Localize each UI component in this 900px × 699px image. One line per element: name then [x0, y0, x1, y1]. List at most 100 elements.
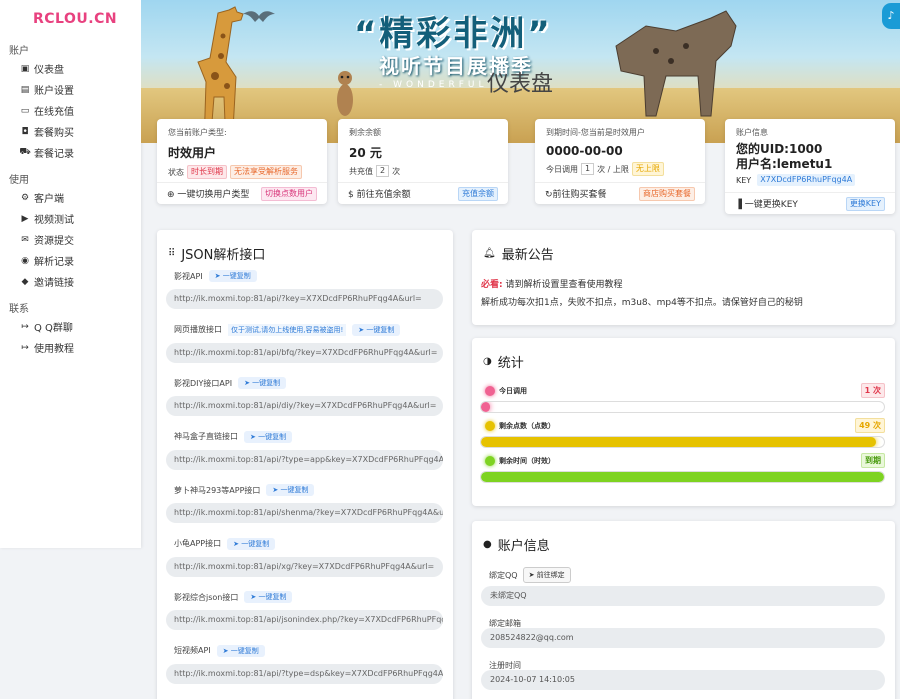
- api-item: 萝卜神马293等APP接口 ➤ 一键复制 http://ik.moxmi.top:…: [157, 484, 453, 523]
- account-icon: ▤: [20, 84, 30, 95]
- api-url-field[interactable]: http://ik.moxmi.top:81/api/?type=app&key…: [166, 449, 443, 470]
- api-url-field[interactable]: http://ik.moxmi.top:81/api/bfq/?key=X7XD…: [166, 342, 443, 363]
- stat-row: 今日调用 1 次: [472, 383, 895, 398]
- stats-card: ◑ 统计 今日调用 1 次剩余点数（点数） 49 次剩余时间（时效） 到期: [472, 338, 895, 506]
- balance-card: 剩余余额 20 元 共充值 2 次 $ 前往充值余额 充值余额: [338, 119, 508, 204]
- copy-button[interactable]: ➤ 一键复制: [227, 537, 276, 550]
- card-label: 您当前账户类型:: [168, 128, 227, 137]
- bat-icon: [243, 11, 275, 22]
- banner-wonderful: - WONDERFUL: [379, 80, 488, 90]
- gear-icon: ⚙: [20, 192, 30, 203]
- sidebar-item[interactable]: ✉ 资源提交: [0, 229, 141, 250]
- banner-title: “精彩非洲”: [354, 14, 553, 54]
- api-label-row: 影视综合json接口 ➤ 一键复制: [157, 591, 453, 603]
- bell-icon: 🔔︎: [483, 248, 496, 259]
- recharge-count: 2: [376, 165, 390, 177]
- api-label-row: 神马盒子直链接口 ➤ 一键复制: [157, 430, 453, 443]
- plus-circle-icon: ⊕: [167, 190, 175, 200]
- qq-contact-button[interactable]: ♪: [882, 3, 900, 29]
- change-key-link[interactable]: ▐ 一键更换KEY: [735, 197, 798, 210]
- sidebar-item-label: 视频测试: [34, 215, 74, 226]
- sidebar-item[interactable]: ◉ 解析记录: [0, 250, 141, 271]
- sidebar-item-label: Q Q群聊: [34, 323, 73, 334]
- api-url-field[interactable]: http://ik.moxmi.top:81/api/xg/?key=X7XDc…: [166, 556, 443, 577]
- api-item: 短视频API ➤ 一键复制 http://ik.moxmi.top:81/api/…: [157, 644, 453, 684]
- recharge-button[interactable]: 充值余额: [458, 186, 498, 201]
- feedback-icon: ✉: [21, 234, 29, 245]
- hyena-image: [615, 10, 737, 117]
- user-icon: ●: [483, 539, 492, 550]
- sidebar-item[interactable]: ◆ 邀请链接: [0, 271, 141, 292]
- sidebar-item[interactable]: ◘ 套餐购买: [0, 121, 141, 142]
- switch-points-user-button[interactable]: 切换点数用户: [261, 186, 317, 201]
- sidebar-item[interactable]: ↦ 使用教程: [0, 337, 141, 358]
- uid-value: 您的UID:1000: [736, 142, 823, 156]
- stat-dot: [485, 385, 495, 396]
- copy-button[interactable]: ➤ 一键复制: [216, 644, 265, 657]
- copy-button[interactable]: ➤ 一键复制: [208, 270, 257, 282]
- stats-title: ◑ 统计: [483, 356, 524, 371]
- sidebar-item[interactable]: ⚙ 客户端: [0, 187, 141, 208]
- eye-icon: ◉: [21, 255, 29, 266]
- api-item: 影视综合json接口 ➤ 一键复制 http://ik.moxmi.top:81/…: [157, 591, 453, 630]
- copy-button[interactable]: ➤ 一键复制: [238, 377, 287, 389]
- sidebar-item[interactable]: ▤ 账户设置: [0, 79, 141, 100]
- qq-field[interactable]: 未绑定QQ: [481, 586, 885, 606]
- today-calls-line: 今日调用 1 次 / 上限 无上限: [535, 158, 705, 176]
- stat-label: 剩余时间（时效）: [499, 456, 555, 465]
- api-label: 短视频API: [174, 646, 211, 655]
- sidebar-item[interactable]: ⛟ 套餐记录: [0, 142, 141, 163]
- stat-count-badge: 1 次: [860, 383, 885, 398]
- sidebar-item[interactable]: ↦ Q Q群聊: [0, 316, 141, 337]
- account-info-card: ● 账户信息 绑定QQ ➤ 前往绑定 未绑定QQ 绑定邮箱 208524822@…: [472, 521, 895, 699]
- api-label-row: 影视API ➤ 一键复制: [157, 270, 453, 282]
- card-footer: ⊕ 一键切换用户类型 切换点数用户: [157, 182, 327, 204]
- meerkat-image: [337, 71, 353, 116]
- copy-button[interactable]: ➤ 一键复制: [244, 430, 293, 443]
- stat-dot: [485, 455, 495, 466]
- tag-icon: ◆: [21, 276, 29, 287]
- cart-icon: ⛟: [19, 147, 31, 157]
- json-api-card: ⠿ JSON解析接口 影视API ➤ 一键复制 http://ik.moxmi.t…: [157, 230, 453, 699]
- api-item: 神马盒子直链接口 ➤ 一键复制 http://ik.moxmi.top:81/ap…: [157, 430, 453, 470]
- api-url-field[interactable]: http://ik.moxmi.top:81/api/jsonindex.php…: [166, 610, 443, 630]
- sidebar-item[interactable]: ▣ 仪表盘: [0, 58, 141, 79]
- api-url-field[interactable]: http://ik.moxmi.top:81/api/?key=X7XDcdFP…: [166, 289, 443, 309]
- api-label-row: 网页播放接口 仅于测试,请勿上线使用,容易被盗用! ➤ 一键复制: [157, 323, 453, 336]
- key-label: KEY: [736, 175, 752, 185]
- notice-line-1: 请到解析设置里查看使用教程: [505, 280, 623, 290]
- video-icon: ▶: [21, 213, 29, 224]
- expire-value: 0000-00-00: [546, 144, 623, 158]
- json-api-title: ⠿ JSON解析接口: [168, 248, 266, 263]
- buy-plan-link[interactable]: ↻前往购买套餐: [545, 187, 607, 200]
- stat-label: 剩余点数（点数）: [499, 421, 555, 430]
- change-key-button[interactable]: 更换KEY: [845, 196, 885, 211]
- copy-button[interactable]: ➤ 一键复制: [244, 591, 293, 603]
- stat-dot: [485, 420, 495, 431]
- api-label-row: 短视频API ➤ 一键复制: [157, 644, 453, 657]
- brand-logo[interactable]: RCLOU.CN: [0, 0, 141, 38]
- sidebar-item[interactable]: ▶ 视频测试: [0, 208, 141, 229]
- api-url-field[interactable]: http://ik.moxmi.top:81/api/?type=dsp&key…: [166, 663, 443, 684]
- status-line: 状态 时长到期 无法享受解析服务: [157, 161, 327, 179]
- notice-title: 🔔︎ 最新公告: [483, 248, 554, 263]
- sidebar-item-label: 邀请链接: [34, 278, 74, 289]
- email-field[interactable]: 208524822@qq.com: [481, 628, 885, 648]
- api-label: 影视DIY接口API: [174, 378, 233, 388]
- copy-button[interactable]: ➤ 一键复制: [352, 323, 401, 336]
- sidebar-section-title: 账户: [9, 46, 29, 57]
- go-recharge-link[interactable]: $ 前往充值余额: [348, 187, 411, 200]
- sidebar-item[interactable]: ▭ 在线充值: [0, 100, 141, 121]
- api-url-field[interactable]: http://ik.moxmi.top:81/api/shenma/?key=X…: [166, 503, 443, 523]
- switch-type-link[interactable]: ⊕ 一键切换用户类型: [167, 187, 249, 200]
- login-icon: ↦: [21, 342, 29, 353]
- reg-time-field[interactable]: 2024-10-07 14:10:05: [481, 670, 885, 690]
- username-value: 用户名:lemetu1: [736, 157, 833, 171]
- shop-buy-button[interactable]: 商店购买套餐: [639, 186, 695, 201]
- bind-qq-button[interactable]: ➤ 前往绑定: [522, 567, 571, 583]
- sidebar-item-label: 账户设置: [34, 86, 74, 97]
- progress-bar: [480, 471, 885, 483]
- copy-button[interactable]: ➤ 一键复制: [266, 484, 315, 496]
- api-url-field[interactable]: http://ik.moxmi.top:81/api/diy/?key=X7XD…: [166, 396, 443, 416]
- notice-line-2: 解析成功每次扣1点，失败不扣点，m3u8、mp4等不扣点。请保管好自己的秘钥: [481, 298, 803, 308]
